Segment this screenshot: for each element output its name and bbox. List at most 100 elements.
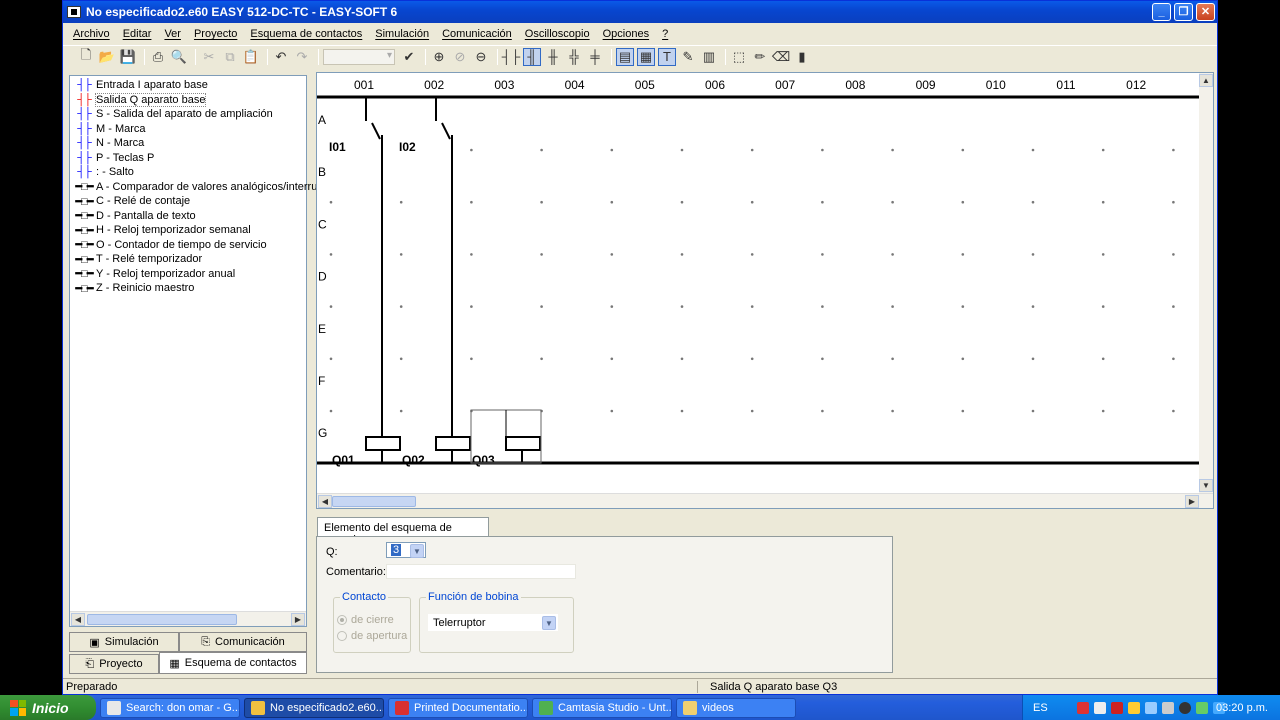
menu-archivo[interactable]: Archivo [73, 28, 110, 40]
taskbar-button[interactable]: Camtasia Studio - Unt... [532, 697, 672, 718]
grid-dot [1031, 148, 1035, 152]
taskbar-button[interactable]: Search: don omar - G... [100, 697, 240, 718]
coil-tool-icon[interactable]: ╢ [523, 47, 541, 66]
radio-de-apertura[interactable]: de apertura [337, 630, 407, 642]
scroll-down-icon[interactable]: ▼ [1199, 479, 1213, 492]
print-preview-icon[interactable]: 🔍 [170, 48, 188, 66]
q-select[interactable]: 3 ▼ [386, 542, 426, 558]
layout-view-icon[interactable]: ▤ [616, 47, 634, 66]
close-button[interactable]: ✕ [1196, 3, 1215, 21]
menu-esquema[interactable]: Esquema de contactos [250, 28, 362, 40]
menu-editar[interactable]: Editar [123, 28, 152, 40]
radio-de-cierre[interactable]: de cierre [337, 614, 394, 626]
tree-item[interactable]: ━□━ D - Pantalla de texto [75, 209, 196, 223]
save-icon[interactable]: 💾 [119, 48, 137, 66]
table-icon[interactable]: ▥ [700, 48, 718, 66]
tray-icon[interactable] [1178, 701, 1191, 714]
taskbar-button[interactable]: Printed Documentatio... [388, 697, 528, 718]
tray-icon[interactable] [1127, 701, 1140, 714]
tree-item[interactable]: ━□━ O - Contador de tiempo de servicio [75, 238, 267, 252]
copy-icon[interactable]: ⧉ [221, 48, 239, 66]
tree-hscrollbar[interactable]: ◀ ▶ [70, 611, 306, 626]
menu-comunicacion[interactable]: Comunicación [442, 28, 512, 40]
diagram-hscrollbar[interactable]: ◀ ▶ [317, 493, 1213, 508]
tree-item[interactable]: ━□━ C - Relé de contaje [75, 194, 191, 208]
menu-ver[interactable]: Ver [164, 28, 181, 40]
language-indicator[interactable]: ES [1033, 702, 1048, 714]
menu-opciones[interactable]: Opciones [603, 28, 649, 40]
minimize-button[interactable]: _ [1152, 3, 1171, 21]
tray-icon[interactable] [1093, 701, 1106, 714]
tray-icon[interactable] [1110, 701, 1123, 714]
comment-input[interactable] [386, 564, 576, 579]
zoom-in-icon[interactable]: ⊕ [430, 48, 448, 66]
scroll-thumb[interactable] [332, 496, 416, 507]
tree-item[interactable]: ━□━ A - Comparador de valores analógicos/… [75, 180, 333, 194]
scroll-thumb[interactable] [87, 614, 237, 625]
tree-item[interactable]: ┤├ Salida Q aparato base [75, 92, 207, 107]
scroll-left-icon[interactable]: ◀ [71, 613, 85, 626]
print-icon[interactable]: ⎙ [149, 48, 167, 66]
zoom-fit-icon[interactable]: ⊘ [451, 48, 469, 66]
menu-help[interactable]: ? [662, 28, 668, 40]
tree-item[interactable]: ━□━ Z - Reinicio maestro [75, 281, 195, 295]
tray-icon[interactable] [1161, 701, 1174, 714]
redo-icon[interactable]: ↷ [293, 48, 311, 66]
tab-elemento[interactable]: Elemento del esquema de conexiones [317, 517, 489, 546]
line-tool-icon[interactable]: ╪ [586, 48, 604, 66]
maximize-button[interactable]: ❐ [1174, 3, 1193, 21]
text-view-icon[interactable]: T [658, 47, 676, 66]
tab-proyecto[interactable]: ⎗ Proyecto [69, 654, 159, 674]
scroll-right-icon[interactable]: ▶ [291, 613, 305, 626]
tree-item[interactable]: ┤├: - Salto [75, 165, 134, 179]
function-block-icon: ━□━ [75, 268, 94, 280]
tree-item[interactable]: ┤├ P - Teclas P [75, 151, 154, 165]
menu-proyecto[interactable]: Proyecto [194, 28, 237, 40]
taskbar-button[interactable]: videos [676, 697, 796, 718]
chevron-down-icon[interactable]: ▼ [542, 616, 556, 630]
menu-simulacion[interactable]: Simulación [375, 28, 429, 40]
note-icon[interactable]: ▮ [793, 48, 811, 66]
menu-osciloscopio[interactable]: Oscilloscopio [525, 28, 590, 40]
branch-tool-icon[interactable]: ╬ [565, 48, 583, 66]
volume-icon[interactable] [1144, 701, 1157, 714]
tree-item[interactable]: ┤├ Entrada I aparato base [75, 78, 208, 92]
scroll-left-icon[interactable]: ◀ [318, 495, 332, 508]
column-label: 003 [494, 78, 514, 92]
tree-item[interactable]: ┤├ M - Marca [75, 122, 145, 136]
paste-icon[interactable]: 📋 [242, 48, 260, 66]
start-button[interactable]: Inicio [0, 695, 96, 720]
check-icon[interactable]: ✔ [400, 48, 418, 66]
bobina-select[interactable]: Telerruptor ▼ [428, 614, 558, 631]
select-rect-icon[interactable]: ⬚ [730, 48, 748, 66]
scroll-right-icon[interactable]: ▶ [1185, 495, 1199, 508]
tree-item[interactable]: ┤├ S - Salida del aparato de ampliación [75, 107, 273, 121]
ladder-diagram[interactable]: 0010020030040050060070080090100110120ABC… [316, 72, 1214, 509]
highlight-icon[interactable]: ✎ [679, 48, 697, 66]
tab-comunicacion[interactable]: ⎘ Comunicación [179, 632, 307, 652]
chevron-down-icon[interactable]: ▼ [410, 544, 424, 558]
tree-item[interactable]: ━□━ H - Reloj temporizador semanal [75, 223, 251, 237]
taskbar-button[interactable]: No especificado2.e60... [244, 697, 384, 718]
tray-icon[interactable] [1195, 701, 1208, 714]
new-file-icon[interactable]: 🗋 [77, 47, 95, 66]
undo-icon[interactable]: ↶ [272, 48, 290, 66]
tree-item[interactable]: ━□━ Y - Reloj temporizador anual [75, 267, 236, 281]
scroll-up-icon[interactable]: ▲ [1199, 74, 1213, 87]
tab-esquema[interactable]: ▦ Esquema de contactos [159, 652, 307, 674]
cut-icon[interactable]: ✂ [200, 48, 218, 66]
tab-simulacion[interactable]: ▣ Simulación [69, 632, 179, 652]
diagram-vscrollbar[interactable]: ▲ ▼ [1199, 73, 1213, 495]
tree-item[interactable]: ┤├ N - Marca [75, 136, 144, 150]
toolbar-combo[interactable] [323, 48, 395, 65]
eraser-icon[interactable]: ⌫ [772, 48, 790, 66]
zoom-out-icon[interactable]: ⊖ [472, 48, 490, 66]
open-folder-icon[interactable]: 📂 [98, 48, 116, 66]
diagram-icon: ▦ [169, 657, 180, 670]
connect-tool-icon[interactable]: ╫ [544, 48, 562, 66]
tree-item[interactable]: ━□━ T - Relé temporizador [75, 252, 203, 266]
grid-view-icon[interactable]: ▦ [637, 47, 655, 66]
pencil-icon[interactable]: ✏ [751, 48, 769, 66]
tray-icon[interactable] [1076, 701, 1089, 714]
contact-tool-icon[interactable]: ┤├ [502, 48, 520, 66]
